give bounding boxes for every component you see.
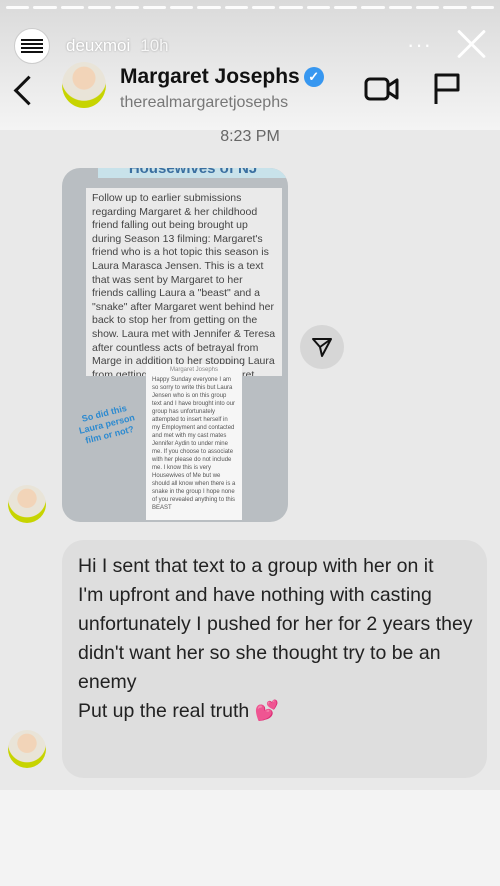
- screenshot-text: Happy Sunday everyone I am so sorry to w…: [152, 377, 236, 511]
- message-timestamp: 8:23 PM: [220, 128, 280, 145]
- send-icon: [312, 338, 332, 357]
- back-arrow-icon[interactable]: [10, 74, 38, 108]
- verified-badge-icon: ✓: [303, 67, 324, 87]
- sender-avatar[interactable]: [8, 730, 46, 768]
- profile-name-text[interactable]: Margaret Josephs: [120, 65, 300, 88]
- post-body-text: Follow up to earlier submissions regardi…: [86, 188, 282, 376]
- screenshot-header: Margaret Josephs: [169, 367, 219, 373]
- message-bubble: Hi I sent that text to a group with her …: [62, 540, 487, 778]
- more-options-icon[interactable]: ···: [407, 32, 432, 58]
- bottom-bar: [0, 790, 500, 886]
- profile-name[interactable]: Margaret Josephs ✓: [120, 65, 324, 89]
- text-screenshot: Margaret Josephs Happy Sunday everyone I…: [146, 364, 242, 520]
- story-time: 10h: [140, 36, 169, 55]
- message-line: Put up the real truth 💕: [78, 700, 279, 722]
- post-title: Housewives of NJ: [98, 168, 288, 178]
- profile-handle: therealmargaretjosephs: [120, 94, 289, 111]
- story-username[interactable]: deuxmoi: [66, 36, 130, 56]
- sender-avatar[interactable]: [8, 485, 46, 523]
- shared-post-card[interactable]: Housewives of NJ Follow up to earlier su…: [62, 168, 288, 522]
- dm-header: Margaret Josephs ✓ therealmargaretjosephs: [0, 56, 500, 124]
- video-call-icon[interactable]: [364, 74, 400, 104]
- share-button[interactable]: [300, 325, 344, 369]
- profile-avatar[interactable]: [62, 62, 106, 108]
- message-line: I'm upfront and have nothing with castin…: [78, 584, 473, 693]
- story-progress-bar: [6, 6, 494, 9]
- flag-icon[interactable]: [432, 72, 462, 106]
- post-annotation: So did this Laura person film or not?: [78, 402, 136, 446]
- message-line: Hi I sent that text to a group with her …: [78, 555, 434, 577]
